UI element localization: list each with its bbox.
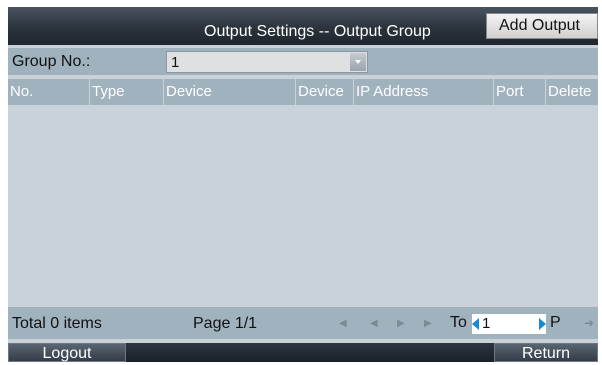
column-header-ip-address: IP Address bbox=[354, 79, 494, 105]
page-title: Output Settings -- Output Group bbox=[204, 23, 431, 40]
group-no-value: 1 bbox=[171, 54, 180, 71]
group-row: Group No.: 1 bbox=[8, 48, 598, 75]
chevron-down-icon[interactable] bbox=[350, 53, 366, 71]
pagination-bar: Total 0 items Page 1/1 ◀​ ◀ ▶ ▶​ To 1 P … bbox=[8, 307, 598, 339]
title-bar: Output Settings -- Output Group Add Outp… bbox=[8, 7, 598, 45]
page-indicator: Page 1/1 bbox=[193, 315, 258, 332]
table-body bbox=[8, 105, 598, 305]
output-group-panel: Output Settings -- Output Group Add Outp… bbox=[8, 7, 598, 362]
next-page-icon[interactable]: ▶ bbox=[397, 317, 405, 331]
group-no-select[interactable]: 1 bbox=[166, 51, 368, 73]
table-header: No. Type Device Device IP Address Port D… bbox=[8, 79, 598, 105]
window: Output Settings -- Output Group Add Outp… bbox=[0, 0, 602, 365]
logout-button[interactable]: Logout bbox=[8, 343, 126, 362]
page-jump-input[interactable]: 1 bbox=[472, 314, 546, 334]
decrement-icon[interactable] bbox=[472, 318, 479, 330]
column-header-no: No. bbox=[8, 79, 90, 105]
column-header-port: Port bbox=[494, 79, 546, 105]
column-header-device: Device bbox=[164, 79, 296, 105]
prev-page-icon[interactable]: ◀ bbox=[370, 317, 378, 331]
page-suffix: P bbox=[550, 314, 561, 331]
column-header-delete: Delete bbox=[548, 83, 592, 100]
column-header-device-2: Device bbox=[296, 79, 354, 105]
increment-icon[interactable] bbox=[539, 318, 546, 330]
page-jump-value: 1 bbox=[482, 315, 491, 332]
total-items: Total 0 items bbox=[12, 315, 102, 332]
group-no-label: Group No.: bbox=[12, 53, 91, 70]
first-page-icon[interactable]: ◀​ bbox=[339, 317, 347, 331]
last-page-icon[interactable]: ▶​ bbox=[424, 317, 432, 331]
column-header-type: Type bbox=[90, 79, 164, 105]
return-button[interactable]: Return bbox=[494, 343, 598, 362]
to-label: To bbox=[450, 314, 467, 331]
add-output-button[interactable]: Add Output bbox=[486, 13, 598, 39]
go-arrow-icon[interactable]: ➜ bbox=[584, 316, 594, 330]
